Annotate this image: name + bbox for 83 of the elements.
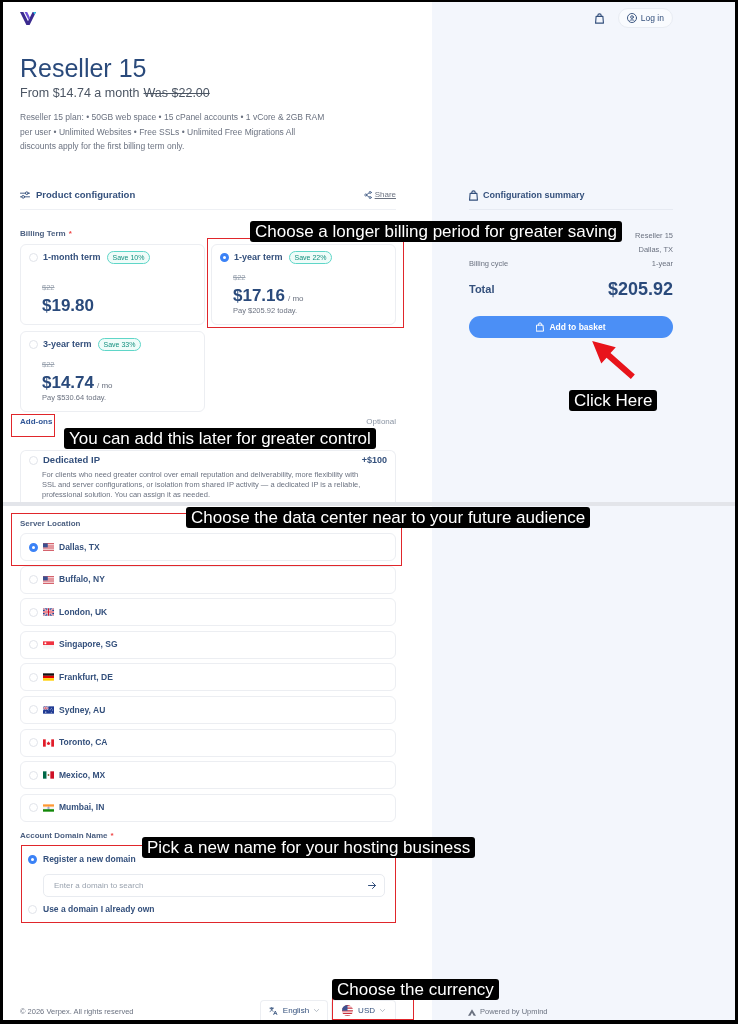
callout-label: Choose a longer billing period for greater saving <box>250 221 622 242</box>
term-title: 3-year term <box>43 337 92 351</box>
addon-title: Dedicated IP <box>43 453 101 468</box>
total-price: $205.92 <box>607 277 673 301</box>
field-label: Account Domain Name <box>20 830 108 841</box>
uk-flag-icon <box>43 608 54 617</box>
section-title: Product configuration <box>36 187 136 202</box>
translate-icon <box>268 1006 278 1015</box>
section-title: Configuration summary <box>483 189 585 202</box>
callout-label: Pick a new name for your hosting business <box>142 837 476 858</box>
optional-note: Optional <box>366 416 396 427</box>
callout-label: Choose the currency <box>332 979 499 1000</box>
chevron-down-icon <box>314 1009 320 1012</box>
old-price: Was $22.00 <box>143 85 210 101</box>
location-option[interactable]: London, UK <box>20 598 396 627</box>
flag-icon <box>342 1005 354 1016</box>
location-name: Toronto, CA <box>59 736 108 749</box>
section-label: Add-ons <box>20 416 53 427</box>
field-label: Billing Term <box>20 228 66 239</box>
field-label: Server Location <box>20 519 81 529</box>
price-unit: / mo <box>288 292 304 305</box>
location-name: Mexico, MX <box>59 768 106 782</box>
bag-icon[interactable] <box>594 12 604 24</box>
currency-selector[interactable]: USD <box>331 1000 396 1020</box>
radio-button[interactable] <box>29 542 38 552</box>
location-option[interactable]: Sydney, AU <box>20 695 396 724</box>
required-mark: * <box>68 228 72 239</box>
canadian-flag-icon <box>43 738 54 747</box>
arrow-right-icon[interactable] <box>368 881 376 889</box>
term-price: $14.74 <box>42 372 94 393</box>
radio-button[interactable] <box>220 253 229 262</box>
term-price: $19.80 <box>42 295 94 316</box>
location-name: Dallas, TX <box>59 540 100 554</box>
callout-label: Click Here <box>569 390 658 411</box>
price-unit: / mo <box>97 379 113 392</box>
option-label[interactable]: Register a new domain <box>43 853 136 867</box>
option-label[interactable]: Use a domain I already own <box>43 903 155 917</box>
chevron-down-icon <box>380 1009 385 1012</box>
location-option[interactable]: Toronto, CA <box>20 728 396 757</box>
bag-icon <box>469 189 478 201</box>
radio-button[interactable] <box>28 855 37 865</box>
us-flag-icon <box>43 575 54 584</box>
callout-label: You can add this later for greater control <box>64 428 376 449</box>
location-option[interactable]: Dallas, TX <box>20 533 396 561</box>
highlight-frame <box>11 414 55 437</box>
location-option[interactable]: Singapore, SG <box>20 630 396 659</box>
location-option[interactable]: Mumbai, IN <box>20 793 396 822</box>
required-mark: * <box>110 830 114 841</box>
us-flag-icon <box>43 543 54 551</box>
logo-icon <box>468 1008 476 1016</box>
callout-label: Choose the data center near to your future audience <box>186 507 591 528</box>
location-option[interactable]: Mexico, MX <box>20 761 396 790</box>
australian-flag-icon <box>43 705 54 714</box>
share-link[interactable]: Share <box>363 187 396 202</box>
location-name: Frankfurt, DE <box>59 671 113 684</box>
term-title: 1-month term <box>43 250 101 264</box>
share-icon <box>363 190 372 199</box>
location-option[interactable]: Buffalo, NY <box>20 565 396 594</box>
location-name: Singapore, SG <box>59 638 118 652</box>
location-name: Buffalo, NY <box>59 573 105 586</box>
term-title: 1-year term <box>234 250 283 264</box>
annotation-arrow <box>592 341 635 379</box>
addon-price: +$100 <box>361 453 387 467</box>
user-circle-icon <box>626 13 637 23</box>
product-title: Reseller 15 <box>20 56 147 81</box>
bag-icon <box>536 322 545 332</box>
term-price: $17.16 <box>233 285 285 306</box>
price-from: From $14.74 a month <box>20 85 140 101</box>
location-name: Sydney, AU <box>59 703 106 717</box>
location-option[interactable]: Frankfurt, DE <box>20 663 396 692</box>
mexican-flag-icon <box>43 771 54 780</box>
location-name: London, UK <box>59 605 108 619</box>
location-name: Mumbai, IN <box>59 801 105 815</box>
singapore-flag-icon <box>43 640 54 649</box>
product-description: Reseller 15 plan: • 50GB web space • 15 cPanel accounts • 1 vCore & 2GB RAM per user • Unlimited Websites • Free SSLs • Unlimited Free Migrations All discounts apply for the first billing term only. <box>20 111 326 153</box>
total-label: Total <box>469 281 495 297</box>
logo-icon[interactable] <box>20 12 36 25</box>
sliders-icon <box>20 190 30 199</box>
language-selector[interactable]: English <box>259 1000 329 1020</box>
login-button[interactable]: Log in <box>617 8 673 28</box>
german-flag-icon <box>43 673 54 682</box>
indian-flag-icon <box>43 803 54 812</box>
domain-search-field[interactable]: Enter a domain to search <box>43 873 385 897</box>
